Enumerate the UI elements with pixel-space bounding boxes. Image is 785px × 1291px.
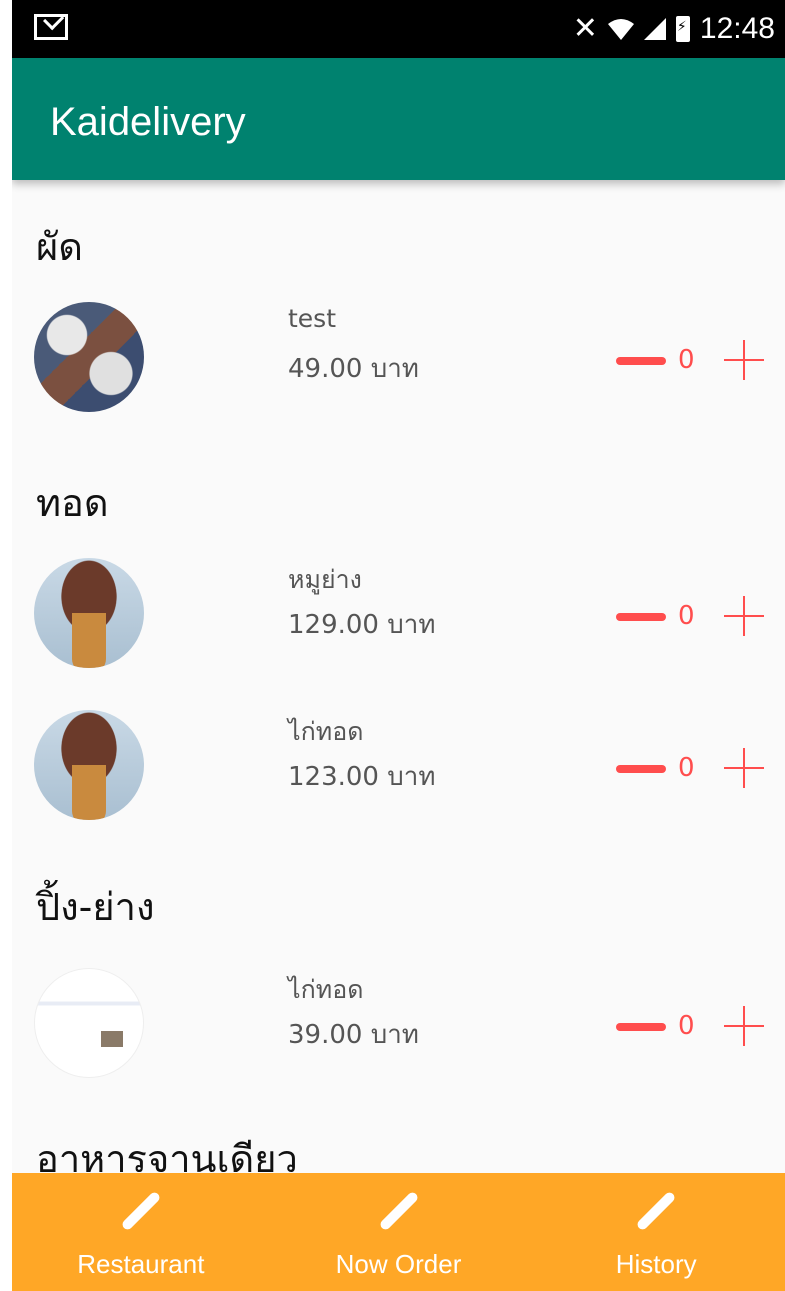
increase-button[interactable] — [724, 1006, 764, 1046]
decrease-button[interactable] — [616, 765, 666, 773]
pencil-icon — [120, 1190, 162, 1232]
nav-now-order[interactable]: Now Order — [270, 1173, 528, 1291]
nav-label: Now Order — [335, 1249, 462, 1279]
nav-restaurant[interactable]: Restaurant — [12, 1173, 270, 1291]
item-name: test — [288, 304, 337, 333]
list-item: ไก่ทอด 39.00 บาท 0 — [12, 968, 785, 1078]
app-bar: Kaidelivery — [12, 58, 785, 180]
quantity-value: 0 — [678, 601, 695, 631]
item-name: ไก่ทอด — [288, 975, 364, 1004]
quantity-stepper: 0 — [612, 340, 772, 380]
item-price: 39.00 บาท — [288, 1020, 419, 1050]
item-name: ไก่ทอด — [288, 717, 364, 746]
pencil-icon — [377, 1190, 420, 1232]
nav-label: Restaurant — [77, 1249, 205, 1279]
app-title: Kaidelivery — [50, 100, 246, 144]
increase-button[interactable] — [724, 748, 764, 788]
pencil-icon — [635, 1190, 677, 1232]
food-image — [34, 968, 144, 1078]
status-time: 12:48 — [699, 12, 775, 45]
quantity-stepper: 0 — [612, 596, 772, 636]
list-item: หมูย่าง 129.00 บาท 0 — [12, 558, 785, 668]
status-icons: ✕ 12:48 — [573, 10, 775, 48]
quantity-value: 0 — [678, 1011, 695, 1041]
food-image — [34, 558, 144, 668]
decrease-button[interactable] — [616, 357, 666, 365]
signal-icon — [643, 18, 666, 40]
quantity-value: 0 — [678, 345, 695, 375]
mute-icon: ✕ — [572, 11, 598, 46]
decrease-button[interactable] — [616, 1023, 666, 1031]
increase-button[interactable] — [724, 340, 764, 380]
bottom-navigation: Restaurant Now Order History — [12, 1173, 785, 1291]
item-price: 123.00 บาท — [288, 762, 436, 792]
quantity-stepper: 0 — [612, 748, 772, 788]
wifi-icon — [607, 18, 634, 40]
section-title: ปิ้ง-ย่าง — [36, 885, 155, 929]
section-title: ทอด — [36, 481, 109, 525]
decrease-button[interactable] — [616, 613, 666, 621]
item-name: หมูย่าง — [288, 565, 362, 594]
nav-history[interactable]: History — [527, 1173, 785, 1291]
app-screen: ✕ 12:48 Kaidelivery ผัด test 49.00 บาท 0… — [12, 0, 785, 1291]
increase-button[interactable] — [724, 596, 764, 636]
status-bar: ✕ 12:48 — [12, 0, 785, 58]
food-image — [34, 710, 144, 820]
menu-list[interactable]: ผัด test 49.00 บาท 0 ทอด หมูย่าง 129.00 … — [12, 180, 785, 1181]
item-price: 129.00 บาท — [288, 610, 436, 640]
list-item: test 49.00 บาท 0 — [12, 302, 785, 412]
battery-charging-icon — [675, 16, 690, 42]
gmail-notification-icon — [34, 14, 68, 40]
item-price: 49.00 บาท — [288, 354, 419, 384]
list-item: ไก่ทอด 123.00 บาท 0 — [12, 710, 785, 820]
food-image — [34, 302, 144, 412]
nav-label: History — [615, 1249, 697, 1279]
quantity-stepper: 0 — [612, 1006, 772, 1046]
section-title: ผัด — [36, 225, 83, 269]
quantity-value: 0 — [678, 753, 695, 783]
